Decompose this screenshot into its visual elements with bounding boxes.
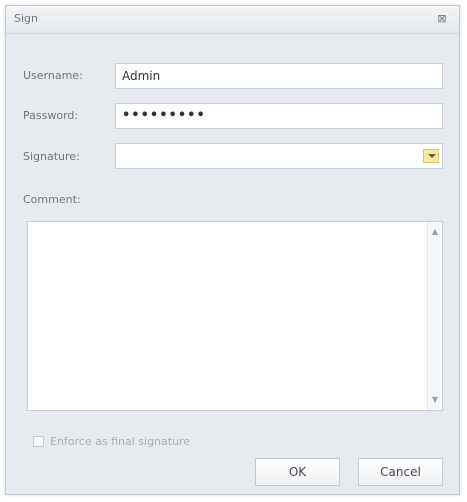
- password-value: •••••••••: [122, 108, 206, 123]
- dialog-titlebar: Sign ⊠: [6, 6, 459, 34]
- dialog-title: Sign: [14, 12, 38, 25]
- username-label: Username:: [23, 69, 83, 82]
- comment-textarea[interactable]: ▲ ▼: [27, 221, 443, 411]
- signature-label: Signature:: [23, 150, 80, 163]
- comment-label: Comment:: [23, 193, 81, 206]
- enforce-final-checkbox[interactable]: [33, 435, 44, 447]
- arrow-up-icon[interactable]: ▲: [431, 228, 439, 236]
- ok-button[interactable]: OK: [255, 458, 340, 486]
- sign-dialog: Sign ⊠ Username: Admin Password: •••••••…: [5, 5, 460, 495]
- password-label: Password:: [23, 109, 79, 122]
- cancel-button[interactable]: Cancel: [358, 458, 443, 486]
- username-field[interactable]: Admin: [115, 63, 443, 89]
- arrow-down-icon[interactable]: ▼: [431, 396, 439, 404]
- close-icon[interactable]: ⊠: [433, 11, 451, 27]
- chevron-down-icon[interactable]: [423, 149, 439, 163]
- username-value: Admin: [122, 69, 161, 83]
- comment-scrollbar[interactable]: ▲ ▼: [427, 222, 442, 410]
- enforce-final-option: Enforce as final signature: [33, 433, 190, 449]
- signature-dropdown[interactable]: [115, 143, 443, 169]
- enforce-final-label: Enforce as final signature: [50, 434, 191, 448]
- password-field[interactable]: •••••••••: [115, 103, 443, 129]
